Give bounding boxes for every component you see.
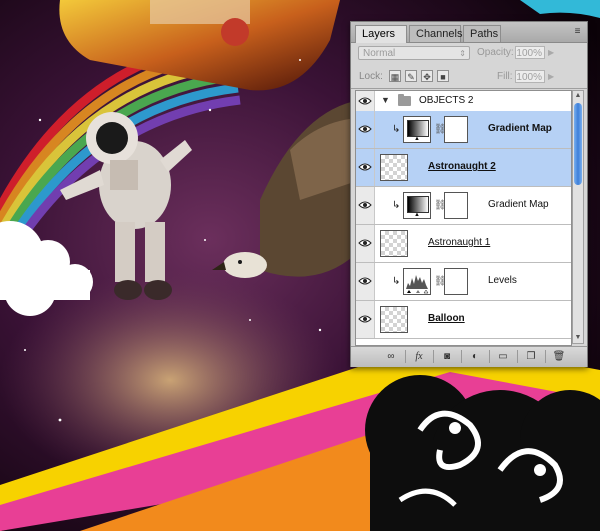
tab-paths-label: Paths: [470, 28, 499, 40]
eye-icon: [358, 315, 372, 323]
tab-channels-label: Channels: [416, 28, 463, 40]
lock-label: Lock:: [359, 71, 383, 82]
fill-slider-icon[interactable]: ▶: [548, 72, 554, 81]
scrollbar-thumb[interactable]: [574, 103, 582, 185]
eye-icon: [358, 239, 372, 247]
opacity-slider-icon[interactable]: ▶: [548, 48, 554, 57]
layer-name: Levels: [488, 275, 517, 286]
eye-icon: [358, 201, 372, 209]
lock-all-icon[interactable]: ■: [437, 70, 449, 82]
opacity-input[interactable]: 100%: [515, 46, 545, 59]
toolbar-divider: [517, 350, 518, 363]
clipping-arrow-icon: ↳: [392, 200, 401, 211]
layers-panel: Layers ✕ Channels Paths ≡ Normal ⇕ Opaci…: [350, 21, 588, 367]
layer-list: ▼ OBJECTS 2 ↳ ▲ ⛓ Gradient Map Astronaug: [355, 90, 572, 346]
layer-list-scrollbar[interactable]: ▲ ▼: [572, 90, 584, 344]
panel-menu-icon[interactable]: ≡: [572, 26, 583, 37]
toolbar-divider: [433, 350, 434, 363]
tab-layers[interactable]: Layers ✕: [355, 25, 407, 57]
layer-mask-thumbnail[interactable]: [444, 192, 468, 219]
add-mask-icon[interactable]: ◙: [439, 350, 455, 363]
visibility-toggle[interactable]: [356, 263, 375, 300]
trash-icon[interactable]: 🗑: [551, 350, 567, 363]
eye-icon: [358, 163, 372, 171]
visibility-toggle[interactable]: [356, 225, 375, 262]
disclosure-triangle-icon[interactable]: ▼: [381, 95, 390, 105]
visibility-toggle[interactable]: [356, 149, 375, 186]
tab-channels[interactable]: Channels: [409, 25, 463, 42]
eye-icon: [358, 277, 372, 285]
group-name: OBJECTS 2: [419, 95, 474, 106]
visibility-toggle[interactable]: [356, 111, 375, 148]
scroll-up-icon[interactable]: ▲: [573, 91, 583, 101]
fill-label: Fill:: [497, 71, 513, 82]
gradient-map-thumbnail[interactable]: ▲: [403, 192, 431, 219]
layer-row[interactable]: ↳ ▲ ⛓ Gradient Map: [356, 111, 571, 149]
black-cloud: [365, 375, 600, 531]
scroll-down-icon[interactable]: ▼: [573, 333, 583, 343]
blend-row: Normal ⇕ Opacity: 100% ▶: [351, 43, 587, 65]
toolbar-divider: [461, 350, 462, 363]
tab-paths[interactable]: Paths: [463, 25, 501, 42]
layer-style-fx-icon[interactable]: fx: [411, 350, 427, 363]
panel-bottom-toolbar: ∞ fx ◙ ◐ ▭ ❐ 🗑: [351, 346, 587, 367]
layer-name: Astronaught 1: [428, 237, 491, 248]
toolbar-divider: [405, 350, 406, 363]
layer-name: Gradient Map: [488, 123, 552, 134]
layer-mask-thumbnail[interactable]: [444, 116, 468, 143]
layer-row[interactable]: Astronaught 2: [356, 149, 571, 187]
visibility-toggle[interactable]: [356, 301, 375, 338]
layer-name: Gradient Map: [488, 199, 549, 210]
chevron-updown-icon: ⇕: [459, 49, 466, 58]
visibility-toggle[interactable]: [356, 91, 375, 111]
panel-tab-bar: Layers ✕ Channels Paths ≡: [351, 22, 587, 57]
clipping-arrow-icon: ↳: [392, 124, 401, 135]
layer-row[interactable]: ↳ ⛓ Levels: [356, 263, 571, 301]
lock-image-icon[interactable]: ✎: [405, 70, 417, 82]
blend-mode-value: Normal: [363, 48, 396, 59]
clipping-arrow-icon: ↳: [392, 276, 401, 287]
lock-transparency-icon[interactable]: ▦: [389, 70, 401, 82]
layer-thumbnail[interactable]: [380, 230, 408, 257]
eye-icon: [358, 125, 372, 133]
layer-row[interactable]: Balloon: [356, 301, 571, 339]
new-group-folder-icon[interactable]: ▭: [495, 350, 511, 363]
layer-mask-thumbnail[interactable]: [444, 268, 468, 295]
histogram-icon: [406, 275, 429, 294]
tab-layers-label: Layers: [362, 28, 396, 40]
levels-thumbnail[interactable]: [403, 268, 431, 295]
layer-name: Balloon: [428, 313, 465, 324]
gradient-map-thumbnail[interactable]: ▲: [403, 116, 431, 143]
toolbar-divider: [545, 350, 546, 363]
lock-row: Lock: ▦ ✎ ✥ ■ Fill: 100% ▶: [351, 66, 587, 89]
visibility-toggle[interactable]: [356, 187, 375, 224]
lock-position-icon[interactable]: ✥: [421, 70, 433, 82]
folder-icon: [398, 94, 411, 106]
link-layers-icon[interactable]: ∞: [383, 350, 399, 363]
opacity-label: Opacity:: [477, 47, 514, 58]
new-layer-icon[interactable]: ❐: [523, 350, 539, 363]
layer-row[interactable]: Astronaught 1: [356, 225, 571, 263]
toolbar-divider: [489, 350, 490, 363]
layer-row[interactable]: ↳ ▲ ⛓ Gradient Map: [356, 187, 571, 225]
layer-group-objects-2[interactable]: ▼ OBJECTS 2: [356, 91, 571, 112]
blend-mode-select[interactable]: Normal ⇕: [358, 46, 470, 60]
new-adjustment-layer-icon[interactable]: ◐: [467, 350, 483, 363]
layer-thumbnail[interactable]: [380, 154, 408, 181]
eye-icon: [358, 97, 372, 105]
layer-name: Astronaught 2: [428, 161, 496, 172]
layer-thumbnail[interactable]: [380, 306, 408, 333]
fill-input[interactable]: 100%: [515, 70, 545, 83]
